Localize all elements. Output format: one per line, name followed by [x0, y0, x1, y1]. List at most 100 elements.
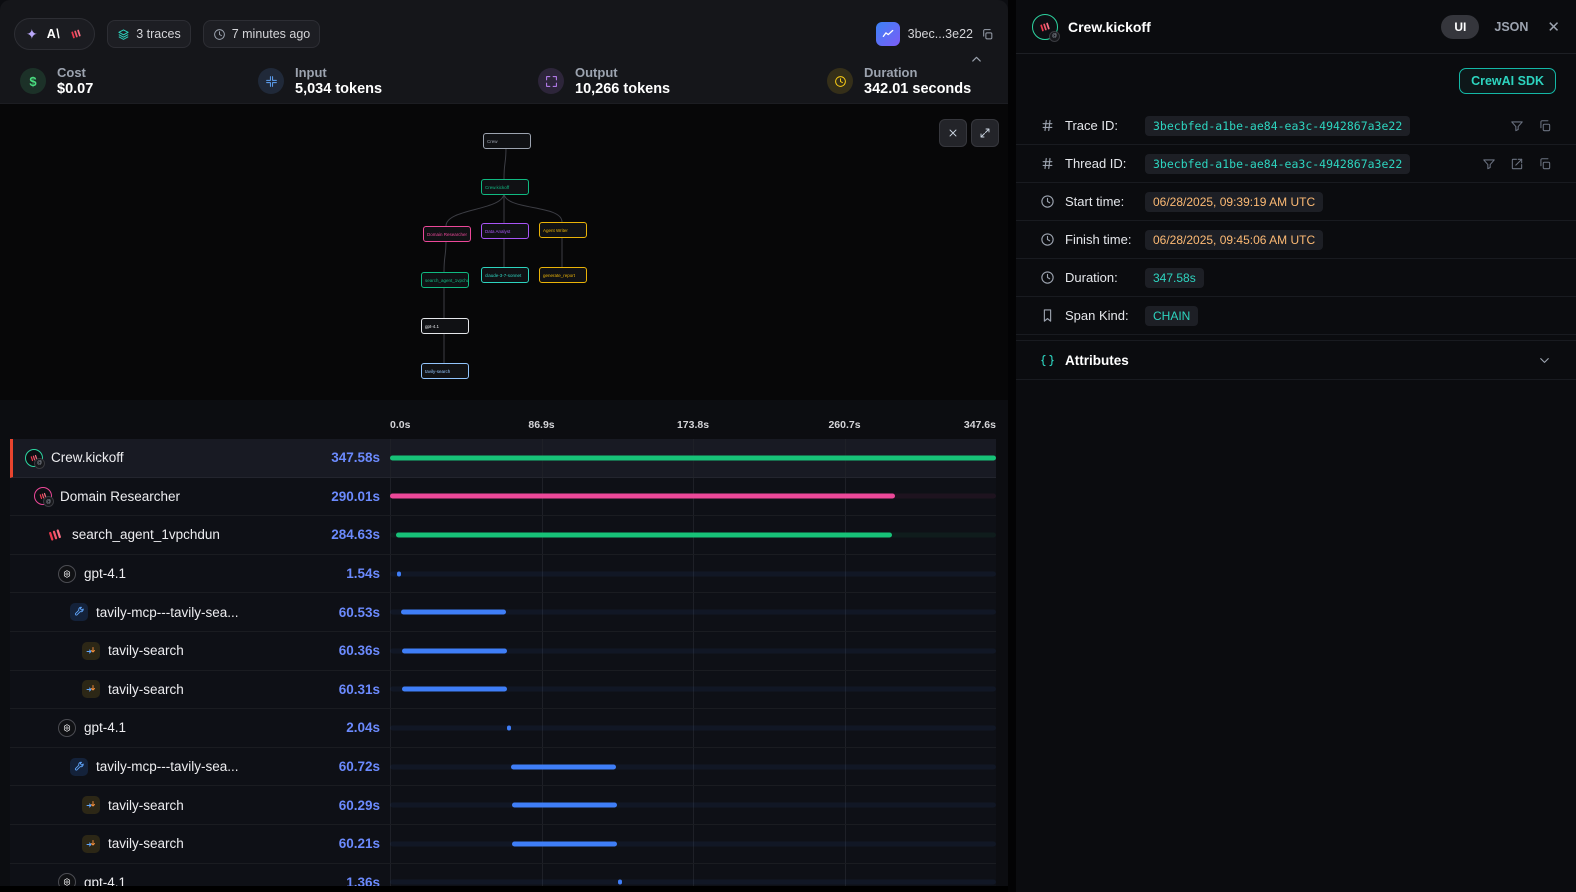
duration-bar — [401, 610, 506, 615]
filter-icon[interactable] — [1510, 119, 1524, 133]
duration-bar — [512, 803, 617, 808]
span-title: Crew.kickoff — [1068, 19, 1151, 35]
metric-value: 10,266 tokens — [575, 81, 670, 97]
arrows-out-icon — [538, 68, 564, 94]
duration-bar — [390, 455, 996, 460]
braces-icon — [1040, 353, 1055, 368]
duration-track — [390, 764, 996, 769]
span-row-gpt-4-1[interactable]: gpt-4.11.54s — [10, 555, 996, 594]
anthropic-logo-icon: A\ — [47, 27, 61, 41]
sub-badge: @ — [43, 496, 54, 507]
copy-icon[interactable] — [1538, 119, 1552, 133]
graph-node-cl[interactable]: claude-3-7-sonnet — [481, 267, 529, 283]
detail-row-span-kind: Span Kind:CHAIN — [1016, 297, 1576, 335]
graph-node-crew[interactable]: Crew — [483, 133, 531, 149]
detail-actions — [1482, 157, 1552, 171]
filter-icon[interactable] — [1482, 157, 1496, 171]
tab-json[interactable]: JSON — [1494, 20, 1528, 34]
graph-node-label: tavily-search — [422, 369, 453, 374]
span-name: tavily-search — [108, 682, 184, 697]
metric-label: Duration — [864, 65, 971, 80]
graph-node-gr[interactable]: generate_report — [539, 267, 587, 283]
trace-viewer-pane: ✦ A\ 3 traces 7 minutes ago 3bec...3e22 — [0, 0, 1008, 892]
graph-node-label: Data Analyst — [482, 229, 513, 234]
copy-icon[interactable] — [981, 28, 994, 41]
graph-node-label: Agent Writer — [540, 228, 571, 233]
span-row-domain-researcher[interactable]: @Domain Researcher290.01s — [10, 478, 996, 517]
graph-node-aw[interactable]: Agent Writer — [539, 222, 587, 238]
duration-bar — [618, 880, 622, 885]
traces-count-label: 3 traces — [136, 27, 180, 41]
span-name: tavily-search — [108, 836, 184, 851]
duration-track — [390, 880, 996, 885]
span-row-crew-kickoff[interactable]: @Crew.kickoff347.58s — [10, 439, 996, 478]
graph-expand-button[interactable] — [971, 119, 999, 147]
graph-node-dr[interactable]: Domain Researcher — [423, 226, 471, 242]
axis-tick: 0.0s — [390, 419, 410, 431]
chart-icon[interactable] — [876, 22, 900, 46]
detail-label: Trace ID: — [1065, 118, 1145, 133]
graph-node-gpt[interactable]: gpt-4.1 — [421, 318, 469, 334]
graph-node-label: Crew — [484, 139, 501, 144]
metrics-row: $Cost$0.07Input5,034 tokensOutput10,266 … — [0, 56, 1008, 106]
span-row-tavily-search[interactable]: tavily-search60.36s — [10, 632, 996, 671]
metric-input: Input5,034 tokens — [258, 65, 538, 97]
graph-nodes: Crew Crew.kickoff Domain Researcher Data An… — [0, 104, 1008, 400]
span-name: Crew.kickoff — [51, 450, 124, 465]
clock-icon — [827, 68, 853, 94]
graph-node-da[interactable]: Data Analyst — [481, 223, 529, 239]
detail-label: Thread ID: — [1065, 156, 1145, 171]
hash-icon — [1040, 156, 1055, 171]
span-row-tavily-search[interactable]: tavily-search60.29s — [10, 786, 996, 825]
span-row-tavily-search[interactable]: tavily-search 60.21s — [10, 825, 996, 864]
span-duration: 1.54s — [346, 566, 390, 581]
graph-node-label: search_agent_1vpchdun — [422, 278, 469, 283]
expand-icon — [979, 127, 991, 139]
detail-row-thread-id: Thread ID:3becbfed-a1be-ae84-ea3c-494286… — [1016, 145, 1576, 183]
sub-badge: @ — [1049, 31, 1060, 42]
trace-topbar: ✦ A\ 3 traces 7 minutes ago 3bec...3e22 — [0, 0, 1008, 56]
graph-node-sa[interactable]: search_agent_1vpchdun — [421, 272, 469, 288]
chevron-down-icon[interactable] — [1537, 353, 1552, 368]
span-name: gpt-4.1 — [84, 720, 126, 735]
crewai-badge-icon: @ — [34, 487, 52, 505]
duration-bar — [390, 494, 895, 499]
details-header: @ Crew.kickoff UI JSON ✕ — [1016, 0, 1576, 54]
time-ago-badge[interactable]: 7 minutes ago — [203, 20, 321, 48]
crewai-logo-icon — [69, 27, 83, 41]
openai-icon — [58, 565, 76, 583]
tab-ui[interactable]: UI — [1441, 15, 1479, 39]
span-row-search-agent-1vpchdun[interactable]: search_agent_1vpchdun284.63s — [10, 516, 996, 555]
clock-icon — [1040, 194, 1055, 209]
dollar-icon: $ — [20, 68, 46, 94]
span-duration: 60.53s — [339, 605, 390, 620]
graph-close-button[interactable] — [939, 119, 967, 147]
span-row-tavily-mcp-tavily-sea[interactable]: tavily-mcp---tavily-sea...60.53s — [10, 593, 996, 632]
duration-bar — [402, 687, 507, 692]
chevron-up-icon[interactable] — [969, 52, 984, 67]
detail-row-start-time: Start time:06/28/2025, 09:39:19 AM UTC — [1016, 183, 1576, 221]
span-duration: 60.72s — [339, 759, 390, 774]
copy-icon[interactable] — [1538, 157, 1552, 171]
close-panel-icon[interactable]: ✕ — [1547, 18, 1560, 36]
duration-bar — [402, 648, 507, 653]
span-duration: 290.01s — [331, 489, 390, 504]
trace-header: ✦ A\ 3 traces 7 minutes ago 3bec...3e22 — [0, 0, 1008, 104]
attributes-section[interactable]: Attributes — [1016, 340, 1576, 380]
external-icon[interactable] — [1510, 157, 1524, 171]
span-name: tavily-mcp---tavily-sea... — [96, 759, 239, 774]
tavily-search-icon — [82, 796, 100, 814]
graph-node-tv[interactable]: tavily-search — [421, 363, 469, 379]
span-duration: 284.63s — [331, 527, 390, 542]
span-duration: 60.21s — [339, 836, 390, 851]
bookmark-icon — [1040, 308, 1055, 323]
span-row-tavily-search[interactable]: tavily-search60.31s — [10, 671, 996, 710]
integration-logos[interactable]: ✦ A\ — [14, 18, 95, 50]
span-name: tavily-search — [108, 798, 184, 813]
graph-node-kickoff[interactable]: Crew.kickoff — [481, 179, 529, 195]
time-axis: 0.0s86.9s173.8s260.7s347.6s — [10, 400, 996, 439]
traces-count-badge[interactable]: 3 traces — [107, 20, 190, 48]
details-rows: Trace ID:3becbfed-a1be-ae84-ea3c-4942867… — [1016, 107, 1576, 335]
span-row-tavily-mcp-tavily-sea[interactable]: tavily-mcp---tavily-sea... 60.72s — [10, 748, 996, 787]
span-row-gpt-4-1[interactable]: gpt-4.12.04s — [10, 709, 996, 748]
